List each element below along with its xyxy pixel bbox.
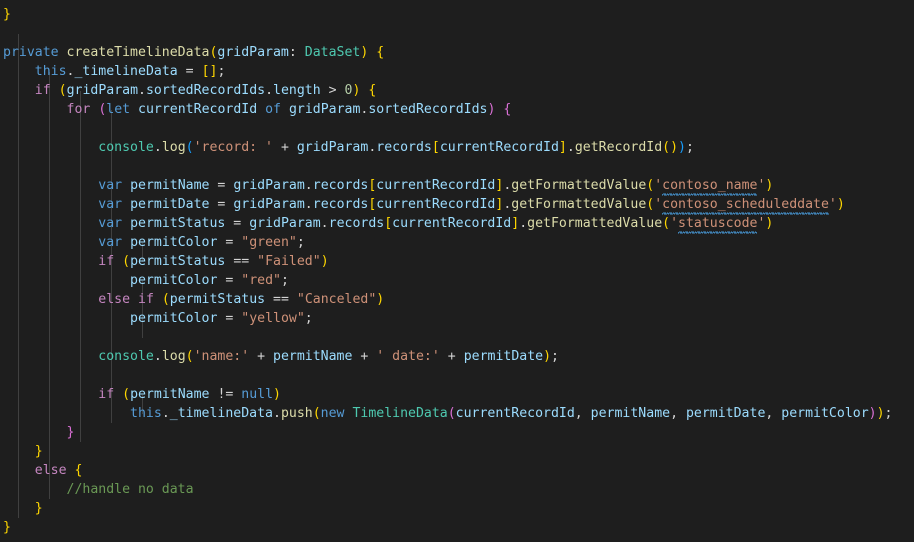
code-line[interactable]: else if (permitStatus == "Canceled") (0, 290, 914, 309)
code-line[interactable]: permitColor = "red"; (0, 271, 914, 290)
code-line[interactable]: this._timelineData.push(new TimelineData… (0, 404, 914, 423)
code-line[interactable] (0, 24, 914, 43)
code-line[interactable] (0, 366, 914, 385)
code-line[interactable]: permitColor = "yellow"; (0, 309, 914, 328)
code-line[interactable]: for (let currentRecordId of gridParam.so… (0, 100, 914, 119)
spellcheck-squiggle: statuscode (678, 216, 758, 234)
spellcheck-squiggle: contoso_name (662, 178, 758, 196)
code-line[interactable]: var permitName = gridParam.records[curre… (0, 176, 914, 196)
code-line[interactable] (0, 328, 914, 347)
code-line[interactable]: else { (0, 461, 914, 480)
code-line[interactable]: } (0, 499, 914, 518)
code-line[interactable]: private createTimelineData(gridParam: Da… (0, 43, 914, 62)
spellcheck-squiggle: contoso_scheduleddate (662, 197, 829, 215)
code-line[interactable]: } (0, 518, 914, 537)
code-line[interactable]: console.log('record: ' + gridParam.recor… (0, 138, 914, 157)
code-line[interactable]: if (permitStatus == "Failed") (0, 252, 914, 271)
code-line[interactable] (0, 119, 914, 138)
code-line[interactable]: if (permitName != null) (0, 385, 914, 404)
code-line[interactable]: } (0, 442, 914, 461)
code-line[interactable]: var permitColor = "green"; (0, 233, 914, 252)
code-line[interactable] (0, 157, 914, 176)
code-content[interactable]: } private createTimelineData(gridParam: … (0, 0, 914, 542)
code-line[interactable]: var permitStatus = gridParam.records[cur… (0, 214, 914, 234)
code-line[interactable]: } (0, 423, 914, 442)
code-line[interactable]: } (0, 5, 914, 24)
code-line[interactable]: //handle no data (0, 480, 914, 499)
code-line[interactable]: var permitDate = gridParam.records[curre… (0, 195, 914, 215)
code-line[interactable]: if (gridParam.sortedRecordIds.length > 0… (0, 81, 914, 100)
code-line[interactable]: console.log('name:' + permitName + ' dat… (0, 347, 914, 366)
code-editor[interactable]: } private createTimelineData(gridParam: … (0, 0, 914, 537)
code-line[interactable]: this._timelineData = []; (0, 62, 914, 81)
